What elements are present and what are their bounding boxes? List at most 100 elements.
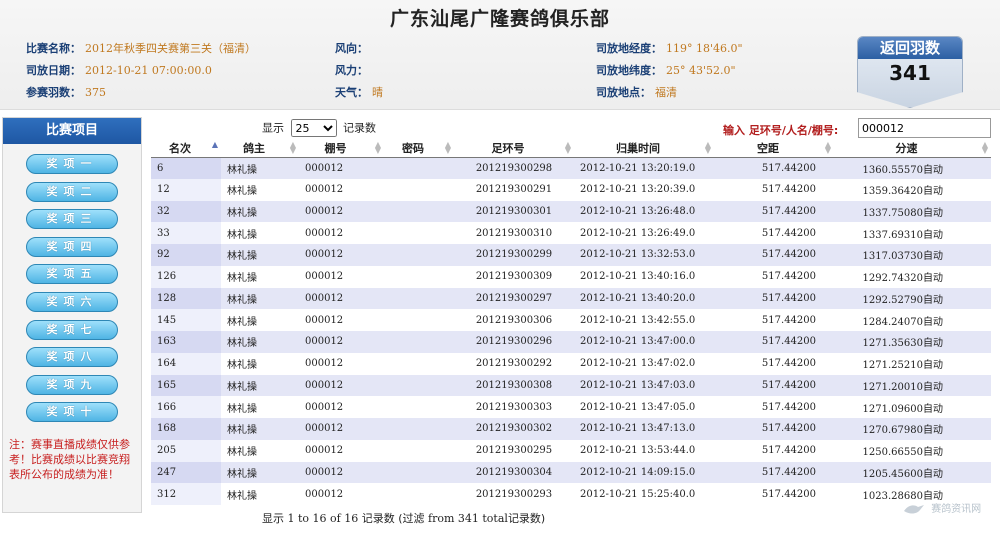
cell-loft-no: 000012 (299, 244, 384, 266)
cell-owner: 林礼操 (221, 200, 299, 223)
sort-both-icon: ▲ ▼ (444, 140, 451, 155)
table-row[interactable]: 32 林礼操 000012 201219300301 2012-10-21 13:26:… (151, 200, 991, 223)
award-button-8[interactable]: 奖项八 (26, 347, 118, 368)
release-date-value: 2012-10-21 07:00:00.0 (85, 64, 212, 77)
cell-rank: 312 (151, 483, 221, 505)
cell-owner: 林礼操 (221, 396, 299, 418)
award-button-1[interactable]: 奖项一 (26, 154, 118, 174)
location-value: 福清 (655, 86, 677, 99)
column-header-distance[interactable]: 空距 ▲ ▼ (714, 139, 834, 158)
cell-ring-no: 201219300303 (454, 396, 574, 418)
cell-distance: 517.44200 (714, 244, 834, 266)
table-row[interactable]: 166 林礼操 000012 201219300303 2012-10-21 13:47… (151, 396, 991, 418)
table-row[interactable]: 168 林礼操 000012 201219300302 2012-10-21 13:47… (151, 418, 991, 440)
cell-arrival-time: 2012-10-21 15:25:40.0 (574, 483, 714, 505)
cell-speed: 1271.09600自动 (834, 396, 991, 418)
cell-owner: 林礼操 (221, 178, 299, 201)
cell-rank: 126 (151, 265, 221, 288)
race-info-header: 广东汕尾广隆赛鸽俱乐部 比赛名称： 2012年秋季四关赛第三关（福清） 司放日期：… (0, 0, 1000, 110)
wind-force-label: 风力： (335, 64, 368, 77)
longitude-value: 119° 18'46.0" (666, 42, 743, 55)
entries-label: 参赛羽数： (26, 86, 81, 99)
cell-password (384, 418, 454, 440)
cell-ring-no: 201219300298 (454, 157, 574, 179)
cell-loft-no: 000012 (299, 331, 384, 353)
column-header-rank[interactable]: 名次 ▲ (151, 139, 221, 158)
cell-arrival-time: 2012-10-21 13:47:05.0 (574, 396, 714, 418)
cell-distance: 517.44200 (714, 396, 834, 418)
table-row[interactable]: 164 林礼操 000012 201219300292 2012-10-21 13:47… (151, 352, 991, 375)
page-size-select[interactable]: 25 (290, 119, 337, 137)
column-header-label: 名次 (169, 141, 191, 155)
award-button-10[interactable]: 奖项十 (26, 402, 118, 423)
award-button-3[interactable]: 奖项三 (26, 209, 118, 230)
returned-count-badge: 返回羽数 341 (857, 36, 963, 108)
cell-ring-no: 201219300296 (454, 331, 574, 353)
column-header-label: 密码 (402, 141, 424, 155)
cell-speed: 1360.55570自动 (834, 157, 991, 179)
award-list: 奖项一奖项二奖项三奖项四奖项五奖项六奖项七奖项八奖项九奖项十 (3, 144, 141, 423)
table-row[interactable]: 205 林礼操 000012 201219300295 2012-10-21 13:53… (151, 439, 991, 462)
disclaimer-note: 注：赛事直播成绩仅供参考！比赛成绩以比赛竞翔表所公布的成绩为准！ (9, 438, 130, 481)
cell-loft-no: 000012 (299, 265, 384, 288)
cell-password (384, 200, 454, 223)
search-input[interactable] (858, 118, 991, 138)
cell-password (384, 461, 454, 484)
cell-ring-no: 201219300293 (454, 483, 574, 505)
award-button-6[interactable]: 奖项六 (26, 291, 118, 312)
table-row[interactable]: 33 林礼操 000012 201219300310 2012-10-21 13:26:… (151, 222, 991, 244)
table-row[interactable]: 165 林礼操 000012 201219300308 2012-10-21 13:47… (151, 374, 991, 397)
award-button-7[interactable]: 奖项七 (26, 319, 118, 340)
table-row[interactable]: 312 林礼操 000012 201219300293 2012-10-21 15:25… (151, 483, 991, 505)
table-row[interactable]: 6 林礼操 000012 201219300298 2012-10-21 13:20:1… (151, 157, 991, 179)
cell-distance: 517.44200 (714, 374, 834, 397)
column-header-ring-no[interactable]: 足环号 ▲ ▼ (454, 139, 574, 158)
cell-speed: 1337.75080自动 (834, 200, 991, 223)
cell-owner: 林礼操 (221, 461, 299, 484)
cell-speed: 1271.25210自动 (834, 352, 991, 375)
cell-owner: 林礼操 (221, 374, 299, 397)
table-row[interactable]: 163 林礼操 000012 201219300296 2012-10-21 13:47… (151, 331, 991, 353)
table-info: 显示 1 to 16 of 16 记录数 (过滤 from 341 total记… (262, 510, 545, 526)
award-button-5[interactable]: 奖项五 (26, 264, 118, 285)
award-button-9[interactable]: 奖项九 (26, 374, 118, 395)
cell-rank: 163 (151, 331, 221, 353)
cell-ring-no: 201219300309 (454, 265, 574, 288)
cell-rank: 32 (151, 200, 221, 223)
cell-loft-no: 000012 (299, 483, 384, 505)
column-header-owner[interactable]: 鸽主 ▲ ▼ (221, 139, 299, 158)
column-header-speed[interactable]: 分速 ▲ ▼ (834, 139, 991, 158)
table-row[interactable]: 126 林礼操 000012 201219300309 2012-10-21 13:40… (151, 265, 991, 288)
table-row[interactable]: 12 林礼操 000012 201219300291 2012-10-21 13:20:… (151, 178, 991, 201)
cell-ring-no: 201219300308 (454, 374, 574, 397)
award-button-4[interactable]: 奖项四 (26, 236, 118, 257)
cell-arrival-time: 2012-10-21 13:47:00.0 (574, 331, 714, 353)
cell-owner: 林礼操 (221, 222, 299, 244)
table-row[interactable]: 92 林礼操 000012 201219300299 2012-10-21 13:32:… (151, 244, 991, 266)
cell-loft-no: 000012 (299, 439, 384, 462)
cell-arrival-time: 2012-10-21 13:53:44.0 (574, 439, 714, 462)
cell-distance: 517.44200 (714, 483, 834, 505)
table-row[interactable]: 247 林礼操 000012 201219300304 2012-10-21 14:09… (151, 461, 991, 484)
sort-ascending-icon: ▲ (211, 140, 218, 149)
race-name-value: 2012年秋季四关赛第三关（福清） (85, 42, 256, 55)
cell-speed: 1250.66550自动 (834, 439, 991, 462)
cell-loft-no: 000012 (299, 374, 384, 397)
cell-arrival-time: 2012-10-21 13:32:53.0 (574, 244, 714, 266)
award-button-2[interactable]: 奖项二 (26, 181, 118, 202)
cell-loft-no: 000012 (299, 352, 384, 375)
cell-password (384, 157, 454, 179)
cell-ring-no: 201219300297 (454, 287, 574, 310)
column-header-loft-no[interactable]: 棚号 ▲ ▼ (299, 139, 384, 158)
weather-value: 晴 (372, 86, 383, 99)
column-header-label: 足环号 (491, 141, 525, 155)
column-header-password[interactable]: 密码 ▲ ▼ (384, 139, 454, 158)
cell-ring-no: 201219300302 (454, 418, 574, 440)
cell-password (384, 396, 454, 418)
table-row[interactable]: 145 林礼操 000012 201219300306 2012-10-21 13:42… (151, 309, 991, 331)
cell-password (384, 483, 454, 505)
cell-loft-no: 000012 (299, 222, 384, 244)
column-header-arrival-time[interactable]: 归巢时间 ▲ ▼ (574, 139, 714, 158)
table-row[interactable]: 128 林礼操 000012 201219300297 2012-10-21 13:40… (151, 287, 991, 310)
column-header-label: 棚号 (324, 141, 347, 155)
